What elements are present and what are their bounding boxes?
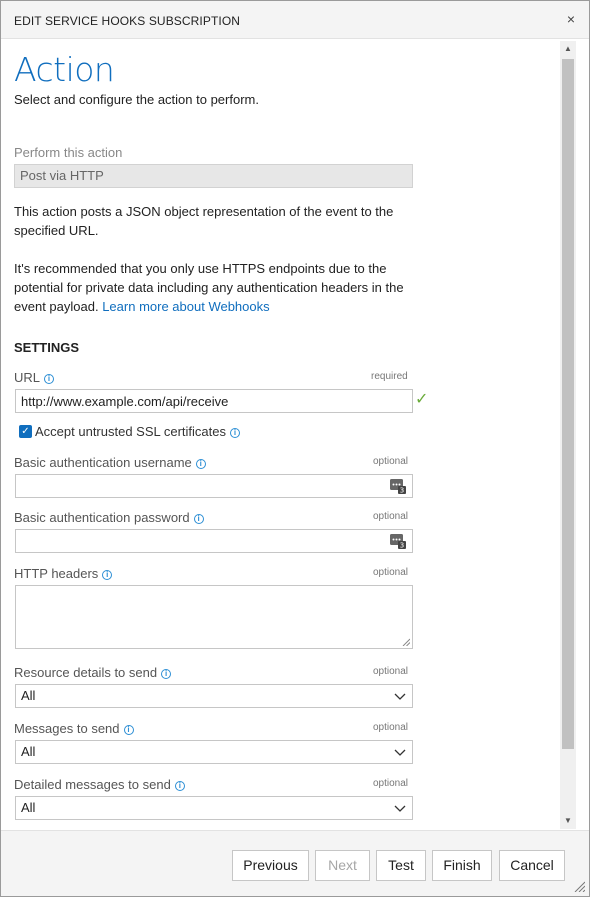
username-label-row: Basic authentication username i xyxy=(14,455,206,470)
accept-ssl-label[interactable]: Accept untrusted SSL certificates xyxy=(35,424,226,439)
chevron-down-icon xyxy=(394,749,406,756)
svg-text:3: 3 xyxy=(400,487,404,495)
username-optional-tag: optional xyxy=(373,456,409,467)
url-label: URL xyxy=(14,370,41,385)
keyboard-icon[interactable]: 3 xyxy=(390,533,406,549)
page-title: Action xyxy=(14,50,115,89)
info-icon[interactable]: i xyxy=(174,781,185,791)
scroll-up-arrow-icon[interactable]: ▲ xyxy=(560,41,576,57)
url-input[interactable] xyxy=(15,389,413,413)
detailed-messages-label: Detailed messages to send xyxy=(14,777,171,792)
resource-details-label-row: Resource details to send i xyxy=(14,665,172,680)
https-recommendation: It's recommended that you only use HTTPS… xyxy=(14,259,424,316)
headers-textarea[interactable] xyxy=(15,585,413,649)
info-icon[interactable]: i xyxy=(123,725,134,735)
action-description: This action posts a JSON object represen… xyxy=(14,204,394,238)
resource-details-select[interactable]: All xyxy=(15,684,413,708)
messages-value: All xyxy=(21,744,36,759)
svg-text:3: 3 xyxy=(400,542,404,550)
detailed-messages-value: All xyxy=(21,800,36,815)
dialog-footer: Previous Next Test Finish Cancel xyxy=(1,830,589,896)
learn-more-link[interactable]: Learn more about Webhooks xyxy=(102,299,269,314)
content-scrollbar[interactable]: ▲ ▼ xyxy=(560,41,576,829)
accept-ssl-checkbox[interactable]: ✓ xyxy=(19,425,32,438)
keyboard-icon[interactable]: 3 xyxy=(390,478,406,494)
chevron-down-icon xyxy=(394,693,406,700)
perform-action-field: Post via HTTP xyxy=(14,164,413,188)
resize-grip-icon[interactable] xyxy=(402,638,410,646)
password-optional-tag: optional xyxy=(373,511,409,522)
settings-heading: SETTINGS xyxy=(14,340,80,355)
close-icon[interactable]: × xyxy=(567,11,575,27)
scroll-down-arrow-icon[interactable]: ▼ xyxy=(560,813,576,829)
info-icon[interactable]: i xyxy=(161,669,172,679)
messages-select[interactable]: All xyxy=(15,740,413,764)
info-icon[interactable]: i xyxy=(230,428,241,438)
checkmark-icon: ✓ xyxy=(415,391,429,408)
page-subtitle: Select and configure the action to perfo… xyxy=(14,92,259,107)
dialog-titlebar: EDIT SERVICE HOOKS SUBSCRIPTION × xyxy=(1,1,589,39)
info-icon[interactable]: i xyxy=(102,570,113,580)
url-required-tag: required xyxy=(371,371,408,382)
info-icon[interactable]: i xyxy=(195,459,206,469)
username-input[interactable]: 3 xyxy=(15,474,413,498)
messages-label: Messages to send xyxy=(14,721,120,736)
perform-action-label: Perform this action xyxy=(14,145,123,160)
detailed-messages-optional-tag: optional xyxy=(373,778,409,789)
info-icon[interactable]: i xyxy=(193,514,204,524)
messages-optional-tag: optional xyxy=(373,722,409,733)
edit-subscription-dialog: EDIT SERVICE HOOKS SUBSCRIPTION × Action… xyxy=(0,0,590,897)
messages-label-row: Messages to send i xyxy=(14,721,134,736)
dialog-content: Action Select and configure the action t… xyxy=(1,40,561,830)
info-icon[interactable]: i xyxy=(44,374,55,384)
password-label: Basic authentication password xyxy=(14,510,190,525)
detailed-messages-select[interactable]: All xyxy=(15,796,413,820)
password-input[interactable]: 3 xyxy=(15,529,413,553)
chevron-down-icon xyxy=(394,805,406,812)
password-label-row: Basic authentication password i xyxy=(14,510,204,525)
headers-label-row: HTTP headers i xyxy=(14,566,113,581)
resource-details-label: Resource details to send xyxy=(14,665,158,680)
username-label: Basic authentication username xyxy=(14,455,192,470)
cancel-button[interactable]: Cancel xyxy=(499,850,565,881)
finish-button[interactable]: Finish xyxy=(432,850,492,881)
scrollbar-thumb[interactable] xyxy=(562,59,574,749)
previous-button[interactable]: Previous xyxy=(232,850,309,881)
headers-optional-tag: optional xyxy=(373,567,409,578)
accept-ssl-label-row: Accept untrusted SSL certificates i xyxy=(35,424,241,439)
headers-label: HTTP headers xyxy=(14,566,99,581)
test-button[interactable]: Test xyxy=(376,850,426,881)
resource-details-optional-tag: optional xyxy=(373,666,409,677)
url-label-row: URL i xyxy=(14,370,55,385)
next-button[interactable]: Next xyxy=(315,850,370,881)
dialog-title: EDIT SERVICE HOOKS SUBSCRIPTION xyxy=(14,14,241,28)
detailed-messages-label-row: Detailed messages to send i xyxy=(14,777,185,792)
resource-details-value: All xyxy=(21,688,36,703)
resize-grip-icon[interactable] xyxy=(573,880,585,892)
